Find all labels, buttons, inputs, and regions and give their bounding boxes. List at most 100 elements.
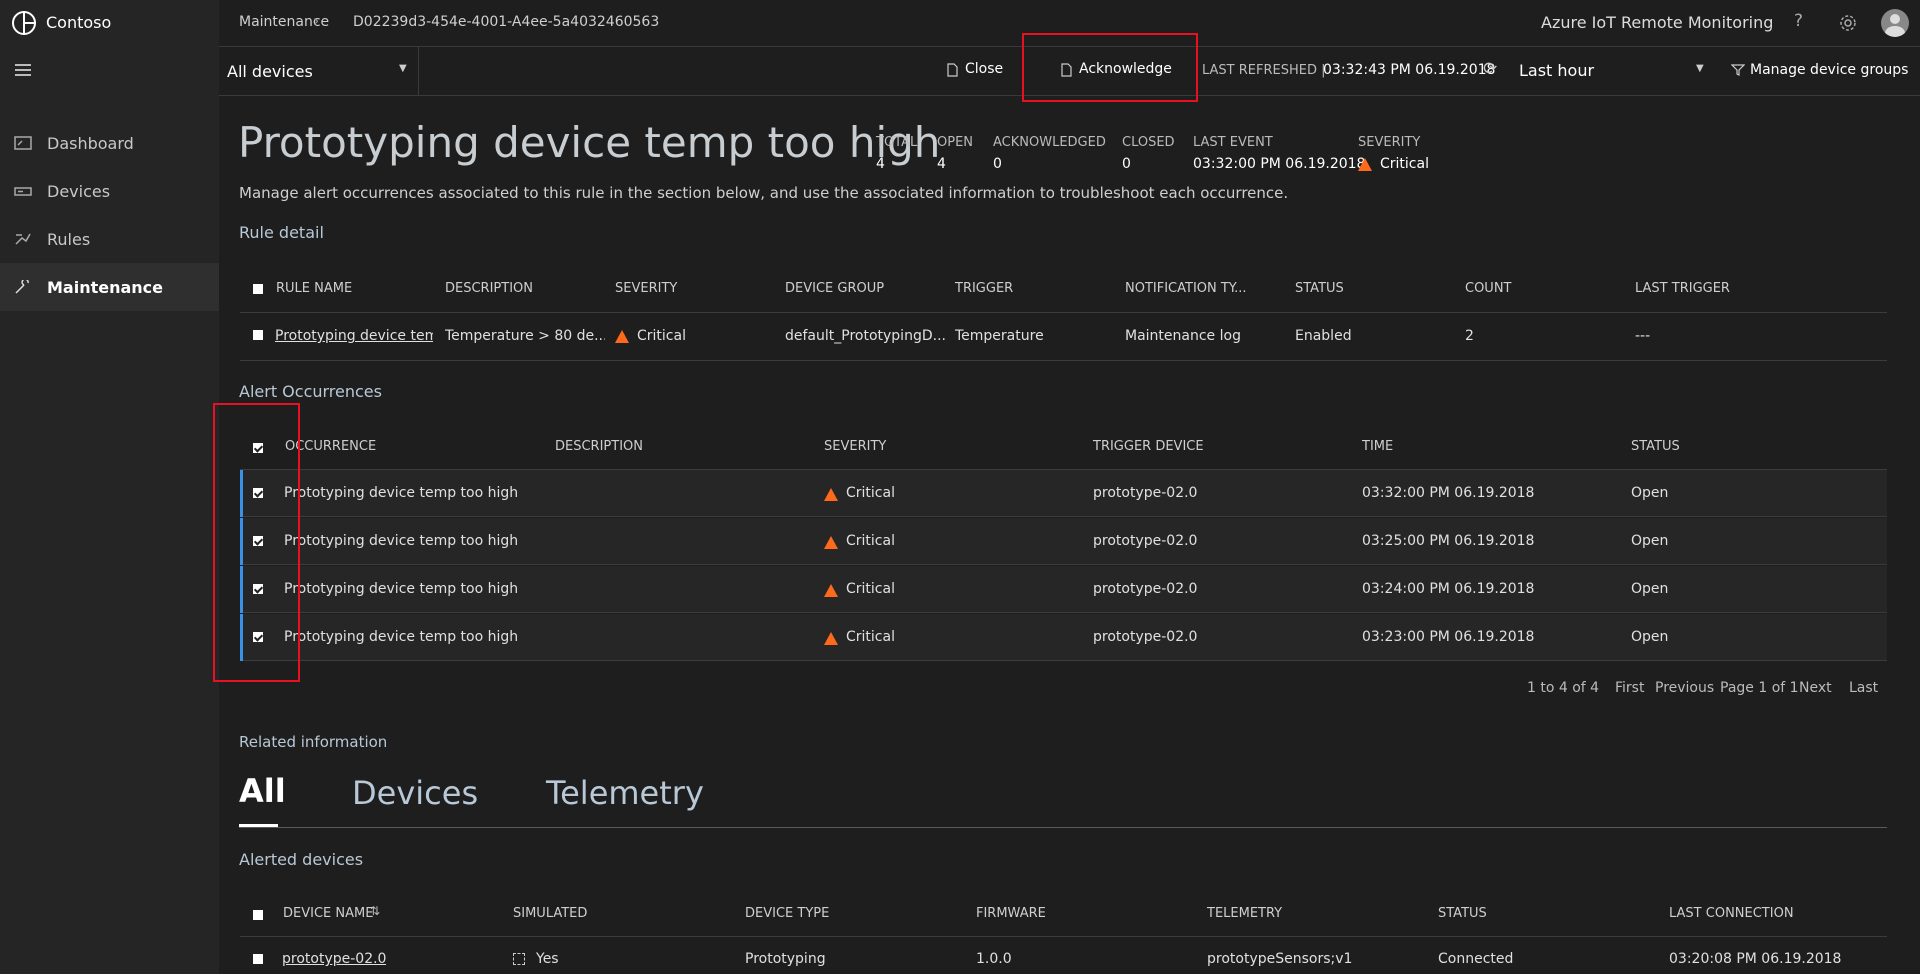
device-filter-select[interactable]: All devices ▼ bbox=[219, 47, 419, 96]
help-icon[interactable]: ? bbox=[1794, 11, 1803, 31]
col-device-name[interactable]: DEVICE NAME bbox=[283, 906, 373, 921]
contoso-logo-icon bbox=[12, 11, 36, 35]
col-device-group[interactable]: DEVICE GROUP bbox=[785, 281, 884, 296]
table-row[interactable]: Prototyping device temp t Temperature > … bbox=[240, 313, 1887, 360]
rule-name-link[interactable]: Prototyping device temp t bbox=[275, 328, 433, 344]
col-severity[interactable]: SEVERITY bbox=[615, 281, 677, 296]
occurrence-name: Prototyping device temp too high bbox=[284, 533, 519, 549]
table-row[interactable]: Prototyping device temp too high Critica… bbox=[240, 470, 1887, 517]
tab-telemetry[interactable]: Telemetry bbox=[546, 774, 704, 812]
row-checkbox[interactable] bbox=[253, 330, 263, 340]
col-device-type[interactable]: DEVICE TYPE bbox=[745, 906, 829, 921]
device-select-all-checkbox[interactable] bbox=[253, 910, 263, 920]
stat-label: OPEN bbox=[937, 135, 974, 150]
tab-all[interactable]: All bbox=[239, 772, 286, 810]
col-status[interactable]: STATUS bbox=[1438, 906, 1487, 921]
occurrence-severity: Critical bbox=[846, 629, 895, 645]
occurrence-name: Prototyping device temp too high bbox=[284, 485, 519, 501]
table-row[interactable]: prototype-02.0 Yes Prototyping 1.0.0 pro… bbox=[240, 937, 1887, 974]
stat-label: CLOSED bbox=[1122, 135, 1175, 150]
col-count[interactable]: COUNT bbox=[1465, 281, 1512, 296]
col-rule-name[interactable]: RULE NAME bbox=[276, 281, 352, 296]
sidebar-item-maintenance[interactable]: Maintenance bbox=[0, 263, 219, 311]
col-description[interactable]: DESCRIPTION bbox=[555, 439, 643, 454]
hamburger-menu-icon[interactable] bbox=[15, 64, 31, 76]
breadcrumb-current: D02239d3-454e-4001-A4ee-5a4032460563 bbox=[353, 14, 660, 30]
filter-icon bbox=[1731, 64, 1745, 76]
rules-icon bbox=[15, 233, 31, 245]
device-name-link[interactable]: prototype-02.0 bbox=[282, 951, 386, 967]
col-simulated[interactable]: SIMULATED bbox=[513, 906, 587, 921]
rule-select-all-checkbox[interactable] bbox=[253, 284, 263, 294]
stat-label: LAST EVENT bbox=[1193, 135, 1273, 150]
occurrence-severity: Critical bbox=[846, 581, 895, 597]
device-firmware: 1.0.0 bbox=[976, 951, 1012, 967]
col-time[interactable]: TIME bbox=[1362, 439, 1393, 454]
occurrence-severity: Critical bbox=[846, 485, 895, 501]
critical-warning-icon bbox=[824, 584, 838, 597]
col-status[interactable]: STATUS bbox=[1631, 439, 1680, 454]
col-notification-type[interactable]: NOTIFICATION TY... bbox=[1125, 281, 1247, 296]
pagination-previous[interactable]: Previous bbox=[1655, 680, 1714, 696]
chip-icon bbox=[513, 953, 525, 965]
rule-status: Enabled bbox=[1295, 328, 1352, 344]
pagination-first[interactable]: First bbox=[1615, 680, 1644, 696]
pagination-last[interactable]: Last bbox=[1849, 680, 1878, 696]
table-row[interactable]: Prototyping device temp too high Critica… bbox=[240, 614, 1887, 661]
refresh-icon[interactable]: ⟳ bbox=[1483, 59, 1497, 79]
table-row[interactable]: Prototyping device temp too high Critica… bbox=[240, 518, 1887, 565]
chevron-down-icon: ▼ bbox=[1696, 63, 1704, 74]
device-type: Prototyping bbox=[745, 951, 826, 967]
pagination-next[interactable]: Next bbox=[1799, 680, 1832, 696]
critical-warning-icon bbox=[824, 488, 838, 501]
manage-device-groups-label: Manage device groups bbox=[1750, 62, 1909, 78]
sort-icon[interactable]: ⇅ bbox=[370, 904, 380, 918]
stat-open: OPEN 4 bbox=[937, 135, 973, 172]
col-trigger[interactable]: TRIGGER bbox=[955, 281, 1013, 296]
sidebar-item-label: Rules bbox=[47, 229, 91, 249]
critical-warning-icon bbox=[824, 536, 838, 549]
stat-label: ACKNOWLEDGED bbox=[993, 135, 1106, 150]
devices-icon bbox=[14, 187, 32, 196]
col-description[interactable]: DESCRIPTION bbox=[445, 281, 533, 296]
col-trigger-device[interactable]: TRIGGER DEVICE bbox=[1093, 439, 1204, 454]
stat-acknowledged: ACKNOWLEDGED 0 bbox=[993, 135, 1106, 172]
col-severity[interactable]: SEVERITY bbox=[824, 439, 886, 454]
device-filter-value: All devices bbox=[227, 62, 313, 81]
avatar[interactable] bbox=[1881, 9, 1909, 37]
sidebar-item-label: Maintenance bbox=[47, 277, 164, 297]
occurrence-device: prototype-02.0 bbox=[1093, 533, 1198, 549]
pagination-range: 1 to 4 of 4 bbox=[1527, 680, 1600, 696]
last-refreshed-value: 03:32:43 PM 06.19.2018 bbox=[1323, 62, 1496, 78]
time-range-value: Last hour bbox=[1519, 61, 1595, 80]
rule-device-group: default_PrototypingD... bbox=[785, 328, 945, 344]
stat-value: 0 bbox=[993, 156, 1002, 172]
occurrence-status: Open bbox=[1631, 581, 1669, 597]
stat-label: TOTAL bbox=[876, 135, 918, 150]
col-last-connection[interactable]: LAST CONNECTION bbox=[1669, 906, 1794, 921]
sidebar-item-devices[interactable]: Devices bbox=[0, 167, 219, 215]
sidebar-item-rules[interactable]: Rules bbox=[0, 215, 219, 263]
stat-total: TOTAL 4 bbox=[876, 135, 917, 172]
gear-icon[interactable] bbox=[1839, 14, 1857, 32]
sidebar-item-dashboard[interactable]: Dashboard bbox=[0, 119, 219, 167]
tab-devices[interactable]: Devices bbox=[352, 774, 478, 812]
maintenance-icon bbox=[15, 280, 29, 294]
col-status[interactable]: STATUS bbox=[1295, 281, 1344, 296]
time-range-select[interactable]: Last hour ▼ bbox=[1519, 55, 1709, 87]
col-firmware[interactable]: FIRMWARE bbox=[976, 906, 1046, 921]
device-simulated: Yes bbox=[536, 951, 559, 967]
chevron-down-icon: ▼ bbox=[399, 63, 407, 74]
main-content: Prototyping device temp too high TOTAL 4… bbox=[219, 96, 1920, 974]
occurrence-severity: Critical bbox=[846, 533, 895, 549]
dashboard-icon bbox=[14, 136, 32, 150]
pagination-page: Page 1 of 1 bbox=[1720, 680, 1799, 696]
table-row[interactable]: Prototyping device temp too high Critica… bbox=[240, 566, 1887, 613]
col-last-trigger[interactable]: LAST TRIGGER bbox=[1635, 281, 1730, 296]
col-telemetry[interactable]: TELEMETRY bbox=[1207, 906, 1282, 921]
occurrence-time: 03:24:00 PM 06.19.2018 bbox=[1362, 581, 1535, 597]
row-checkbox[interactable] bbox=[253, 954, 263, 964]
rule-count: 2 bbox=[1465, 328, 1474, 344]
rule-description: Temperature > 80 de... bbox=[445, 328, 605, 344]
rule-notification: Maintenance log bbox=[1125, 328, 1241, 344]
